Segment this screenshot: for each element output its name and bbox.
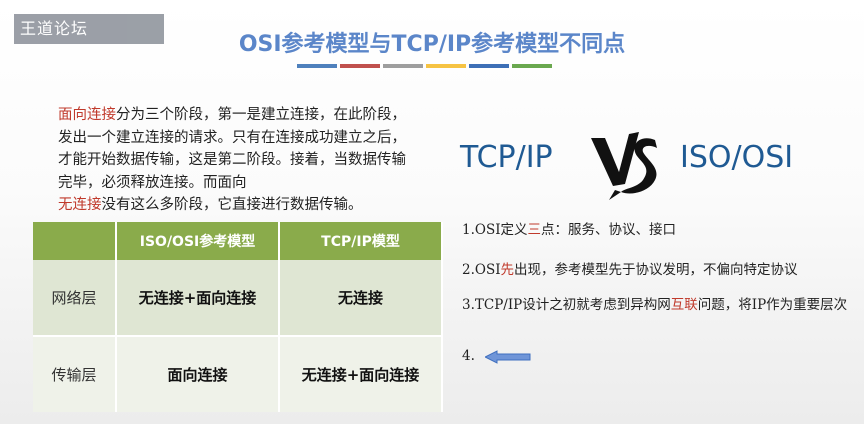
table-row-header: 传输层 [33, 336, 117, 412]
color-bar-segment [340, 64, 380, 68]
comparison-table: ISO/OSI参考模型 TCP/IP模型 网络层 无连接+面向连接 无连接 传输… [33, 222, 443, 412]
vs-left-label: TCP/IP [460, 140, 553, 175]
list-item-text: 1.OSI定义 [462, 222, 528, 238]
vs-right-label: ISO/OSI [680, 140, 794, 175]
color-bar-segment [297, 64, 337, 68]
list-item: 1.OSI定义三点：服务、协议、接口 [462, 218, 676, 238]
list-item-text: 出现，参考模型先于协议发明，不偏向特定协议 [514, 262, 798, 278]
color-bar-segment [469, 64, 509, 68]
table-header-row: ISO/OSI参考模型 TCP/IP模型 [33, 222, 443, 260]
table-row: 网络层 无连接+面向连接 无连接 [33, 260, 443, 337]
color-bar-segment [512, 64, 552, 68]
list-item-text: 3.TCP/IP设计之初就考虑到异构网 [462, 297, 671, 313]
table-row: 传输层 面向连接 无连接+面向连接 [33, 336, 443, 412]
list-item-highlight: 先 [500, 262, 515, 278]
intro-text: 没有这么多阶段，它直接进行数据传输。 [101, 197, 363, 213]
list-item-text: 2.OSI [462, 262, 501, 278]
list-item-text: 点：服务、协议、接口 [541, 222, 677, 238]
title-color-bar [297, 64, 552, 68]
list-item-highlight: 互联 [670, 297, 698, 313]
table-cell: 无连接+面向连接 [279, 336, 443, 412]
table-header-cell [33, 222, 117, 260]
intro-highlight-connectionless: 无连接 [58, 197, 102, 213]
list-item-text: 问题，将IP作为重要层次 [697, 297, 848, 313]
list-item: 4. [462, 348, 531, 364]
vs-brush-logo-icon [591, 132, 657, 200]
page-title: OSI参考模型与TCP/IP参考模型不同点 [238, 32, 626, 57]
color-bar-segment [383, 64, 423, 68]
left-arrow-icon [485, 349, 531, 364]
table-cell: 无连接+面向连接 [116, 260, 280, 337]
list-item: 2.OSI先出现，参考模型先于协议发明，不偏向特定协议 [462, 258, 798, 278]
table-header-cell: ISO/OSI参考模型 [116, 222, 280, 260]
table-header-cell: TCP/IP模型 [279, 222, 443, 260]
table-cell: 无连接 [279, 260, 443, 337]
intro-paragraph: 面向连接分为三个阶段，第一是建立连接，在此阶段，发出一个建立连接的请求。只有在连… [58, 104, 418, 217]
color-bar-segment [426, 64, 466, 68]
list-item: 3.TCP/IP设计之初就考虑到异构网互联问题，将IP作为重要层次 [462, 294, 852, 316]
list-item-text: 4. [462, 348, 475, 364]
table-cell: 面向连接 [116, 336, 280, 412]
table-row-header: 网络层 [33, 260, 117, 337]
list-item-highlight: 三 [527, 222, 542, 238]
intro-highlight-connection-oriented: 面向连接 [58, 107, 116, 123]
